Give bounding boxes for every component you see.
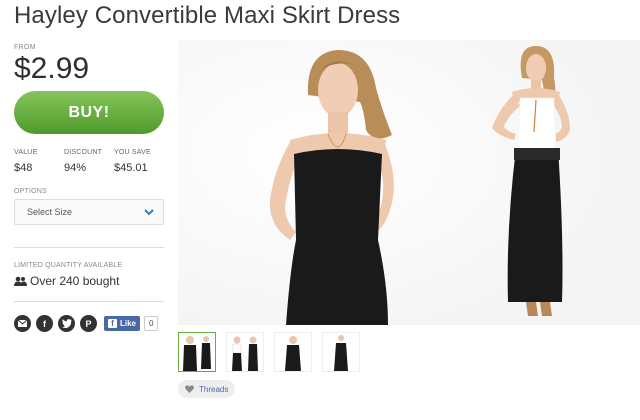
from-label: FROM	[14, 44, 36, 51]
divider	[14, 247, 164, 248]
limited-quantity-label: LIMITED QUANTITY AVAILABLE	[14, 262, 123, 269]
facebook-icon[interactable]: f	[36, 315, 53, 332]
stat-number: 94%	[64, 162, 87, 174]
buy-button[interactable]: BUY!	[14, 91, 164, 134]
stat-label: YOU SAVE	[114, 149, 151, 156]
social-share: f P f Like 0	[14, 315, 164, 332]
divider	[14, 301, 164, 302]
threads-label: Threads	[199, 384, 229, 394]
thumbnail-2[interactable]	[226, 332, 264, 372]
email-icon[interactable]	[14, 315, 31, 332]
bought-count: Over 240 bought	[14, 274, 164, 288]
options-label: OPTIONS	[14, 188, 47, 195]
twitter-icon[interactable]	[58, 315, 75, 332]
price: $2.99	[14, 52, 90, 85]
bought-text: Over 240 bought	[30, 274, 120, 288]
threads-tag[interactable]: Threads	[178, 380, 236, 398]
like-label: Like	[120, 319, 137, 328]
like-count: 0	[144, 316, 159, 331]
product-photo	[178, 40, 640, 325]
thumbnail-4[interactable]	[322, 332, 360, 372]
thumbnail-1[interactable]	[178, 332, 216, 372]
purchase-panel: FROM $2.99 BUY! VALUE $48 DISCOUNT 94% Y…	[14, 44, 164, 332]
deal-stats: VALUE $48 DISCOUNT 94% YOU SAVE $45.01	[14, 149, 164, 174]
thumbnail-3[interactable]	[274, 332, 312, 372]
users-icon	[14, 276, 27, 286]
stat-value: VALUE $48	[14, 149, 64, 174]
main-product-image[interactable]	[178, 40, 640, 325]
stat-label: VALUE	[14, 149, 38, 156]
facebook-logo-icon: f	[108, 319, 117, 328]
stat-number: $48	[14, 162, 33, 174]
size-select[interactable]: Select Size	[14, 199, 164, 225]
stat-you-save: YOU SAVE $45.01	[114, 149, 164, 174]
heart-icon	[185, 385, 194, 393]
pinterest-icon[interactable]: P	[80, 315, 97, 332]
thumbnail-strip	[178, 332, 370, 372]
stat-label: DISCOUNT	[64, 149, 103, 156]
stat-number: $45.01	[114, 162, 148, 174]
facebook-like-button[interactable]: f Like	[104, 316, 141, 331]
stat-discount: DISCOUNT 94%	[64, 149, 114, 174]
chevron-down-icon	[144, 209, 154, 216]
product-title: Hayley Convertible Maxi Skirt Dress	[14, 2, 401, 29]
size-select-value: Select Size	[27, 207, 73, 217]
